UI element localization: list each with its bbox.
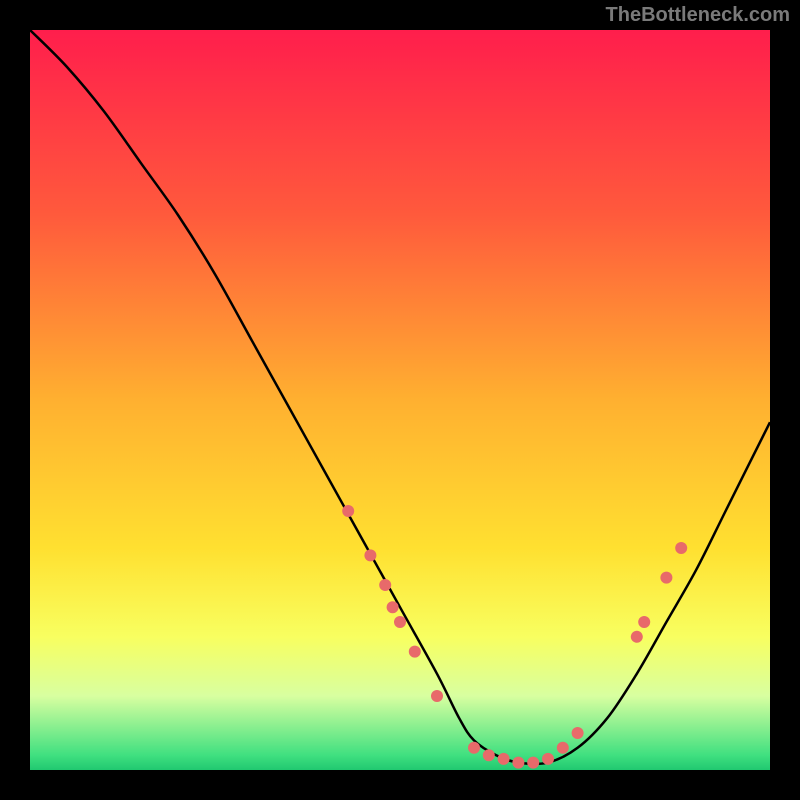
data-marker: [394, 616, 406, 628]
data-marker: [572, 727, 584, 739]
data-marker: [675, 542, 687, 554]
chart-plot-area: [30, 30, 770, 770]
attribution-text: TheBottleneck.com: [606, 4, 790, 27]
data-marker: [512, 757, 524, 769]
data-marker: [527, 757, 539, 769]
data-marker: [468, 742, 480, 754]
data-marker: [387, 601, 399, 613]
data-marker: [364, 549, 376, 561]
data-marker: [342, 505, 354, 517]
data-marker: [483, 749, 495, 761]
data-marker: [409, 646, 421, 658]
data-marker: [660, 572, 672, 584]
data-marker: [631, 631, 643, 643]
data-marker: [498, 753, 510, 765]
data-marker: [431, 690, 443, 702]
data-marker: [638, 616, 650, 628]
data-marker: [557, 742, 569, 754]
data-marker: [542, 753, 554, 765]
data-marker: [379, 579, 391, 591]
bottleneck-curve: [30, 30, 770, 770]
